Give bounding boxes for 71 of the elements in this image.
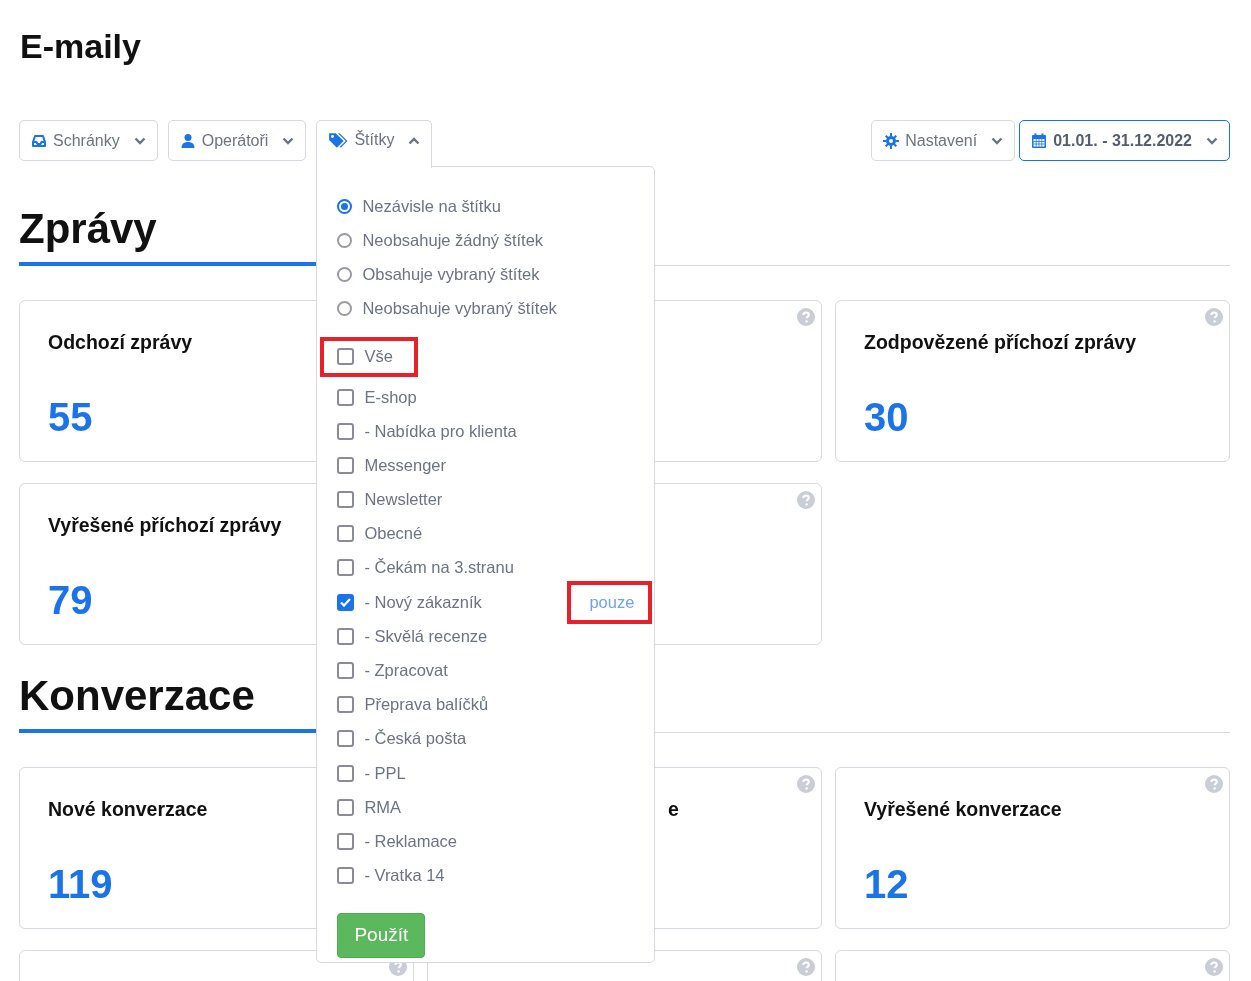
- tag-label[interactable]: Přeprava balíčků: [364, 695, 489, 715]
- page-title: E-maily: [20, 26, 142, 67]
- tag-label[interactable]: Vše: [364, 347, 393, 367]
- stat-value: 55: [48, 395, 93, 440]
- checkbox[interactable]: [337, 388, 355, 406]
- tag-label[interactable]: - Reklamace: [364, 831, 458, 851]
- user-icon: [179, 132, 196, 149]
- calendar-icon: [1031, 132, 1048, 149]
- card-title: Nové konverzace: [48, 798, 208, 822]
- tag-label[interactable]: - PPL: [364, 763, 406, 783]
- card-title: Odchozí zprávy: [48, 331, 193, 355]
- chevron-down-icon: [133, 136, 146, 145]
- option-label[interactable]: Obsahuje vybraný štítek: [362, 264, 540, 284]
- tag-label[interactable]: Newsletter: [364, 490, 443, 510]
- tag-label[interactable]: - Čekám na 3.stranu: [364, 558, 514, 578]
- option-label[interactable]: Neobsahuje vybraný štítek: [362, 299, 557, 319]
- checkbox[interactable]: [337, 593, 355, 611]
- radio-button[interactable]: [337, 232, 353, 248]
- filter-dropdown-button[interactable]: Štítky: [316, 120, 433, 168]
- checkbox[interactable]: [337, 764, 355, 782]
- tag-label[interactable]: - Nový zákazník: [364, 592, 482, 612]
- filter-dropdown-button[interactable]: Operátoři: [167, 120, 307, 161]
- checkbox[interactable]: [337, 422, 355, 440]
- radio-button[interactable]: [337, 266, 353, 282]
- checkbox[interactable]: [337, 696, 355, 714]
- chevron-down-icon: [1206, 136, 1218, 145]
- chevron-up-icon: [408, 137, 421, 145]
- filter-dropdown-button[interactable]: 01.01. - 31.12.2022: [1019, 120, 1230, 161]
- only-link[interactable]: pouze: [589, 592, 635, 612]
- filter-dropdown-button[interactable]: Nastavení: [871, 120, 1016, 161]
- option-label[interactable]: Nezávisle na štítku: [362, 196, 501, 216]
- tag-label[interactable]: RMA: [364, 797, 402, 817]
- tag-label[interactable]: - Zpracovat: [364, 661, 448, 681]
- checkmark-icon: [340, 597, 352, 607]
- tag-label[interactable]: E-shop: [364, 387, 417, 407]
- checkbox[interactable]: [337, 832, 355, 850]
- card-title: Zodpovězené příchozí zprávy: [864, 331, 1136, 355]
- checkbox[interactable]: [337, 525, 355, 543]
- section-heading: Konverzace: [19, 671, 255, 721]
- gear-icon: [883, 132, 900, 149]
- checkbox[interactable]: [337, 798, 355, 816]
- tag-label[interactable]: Messenger: [364, 455, 447, 475]
- checkbox[interactable]: [337, 662, 355, 680]
- card-title: e: [668, 798, 679, 822]
- checkbox[interactable]: [337, 627, 355, 645]
- chevron-down-icon: [282, 136, 295, 145]
- tag-label[interactable]: Obecné: [364, 524, 423, 544]
- checkbox[interactable]: [337, 491, 355, 509]
- radio-button[interactable]: [337, 301, 353, 317]
- radio-button[interactable]: [337, 198, 353, 214]
- checkbox[interactable]: [337, 867, 355, 885]
- section-heading: Zprávy: [19, 204, 157, 254]
- chevron-down-icon: [991, 136, 1004, 145]
- card-title: Vyřešené příchozí zprávy: [48, 514, 282, 538]
- checkbox[interactable]: [337, 730, 355, 748]
- checkbox[interactable]: [337, 348, 355, 366]
- checkbox[interactable]: [337, 456, 355, 474]
- filter-dropdown-button[interactable]: Schránky: [19, 120, 158, 161]
- card-title: Vyřešené konverzace: [864, 798, 1062, 822]
- tag-label[interactable]: - Nabídka pro klienta: [364, 421, 517, 441]
- tag-label[interactable]: - Vratka 14: [364, 866, 445, 886]
- checkbox[interactable]: [337, 559, 355, 577]
- stat-value: 30: [864, 395, 909, 440]
- stat-value: 12: [864, 862, 909, 907]
- tag-label[interactable]: - Česká pošta: [364, 729, 467, 749]
- apply-button[interactable]: Použít: [337, 912, 426, 958]
- stat-value: 79: [48, 578, 93, 623]
- option-label[interactable]: Neobsahuje žádný štítek: [362, 230, 544, 250]
- inbox-icon: [31, 132, 47, 149]
- stat-value: 119: [48, 862, 113, 907]
- tag-label[interactable]: - Skvělá recenze: [364, 626, 488, 646]
